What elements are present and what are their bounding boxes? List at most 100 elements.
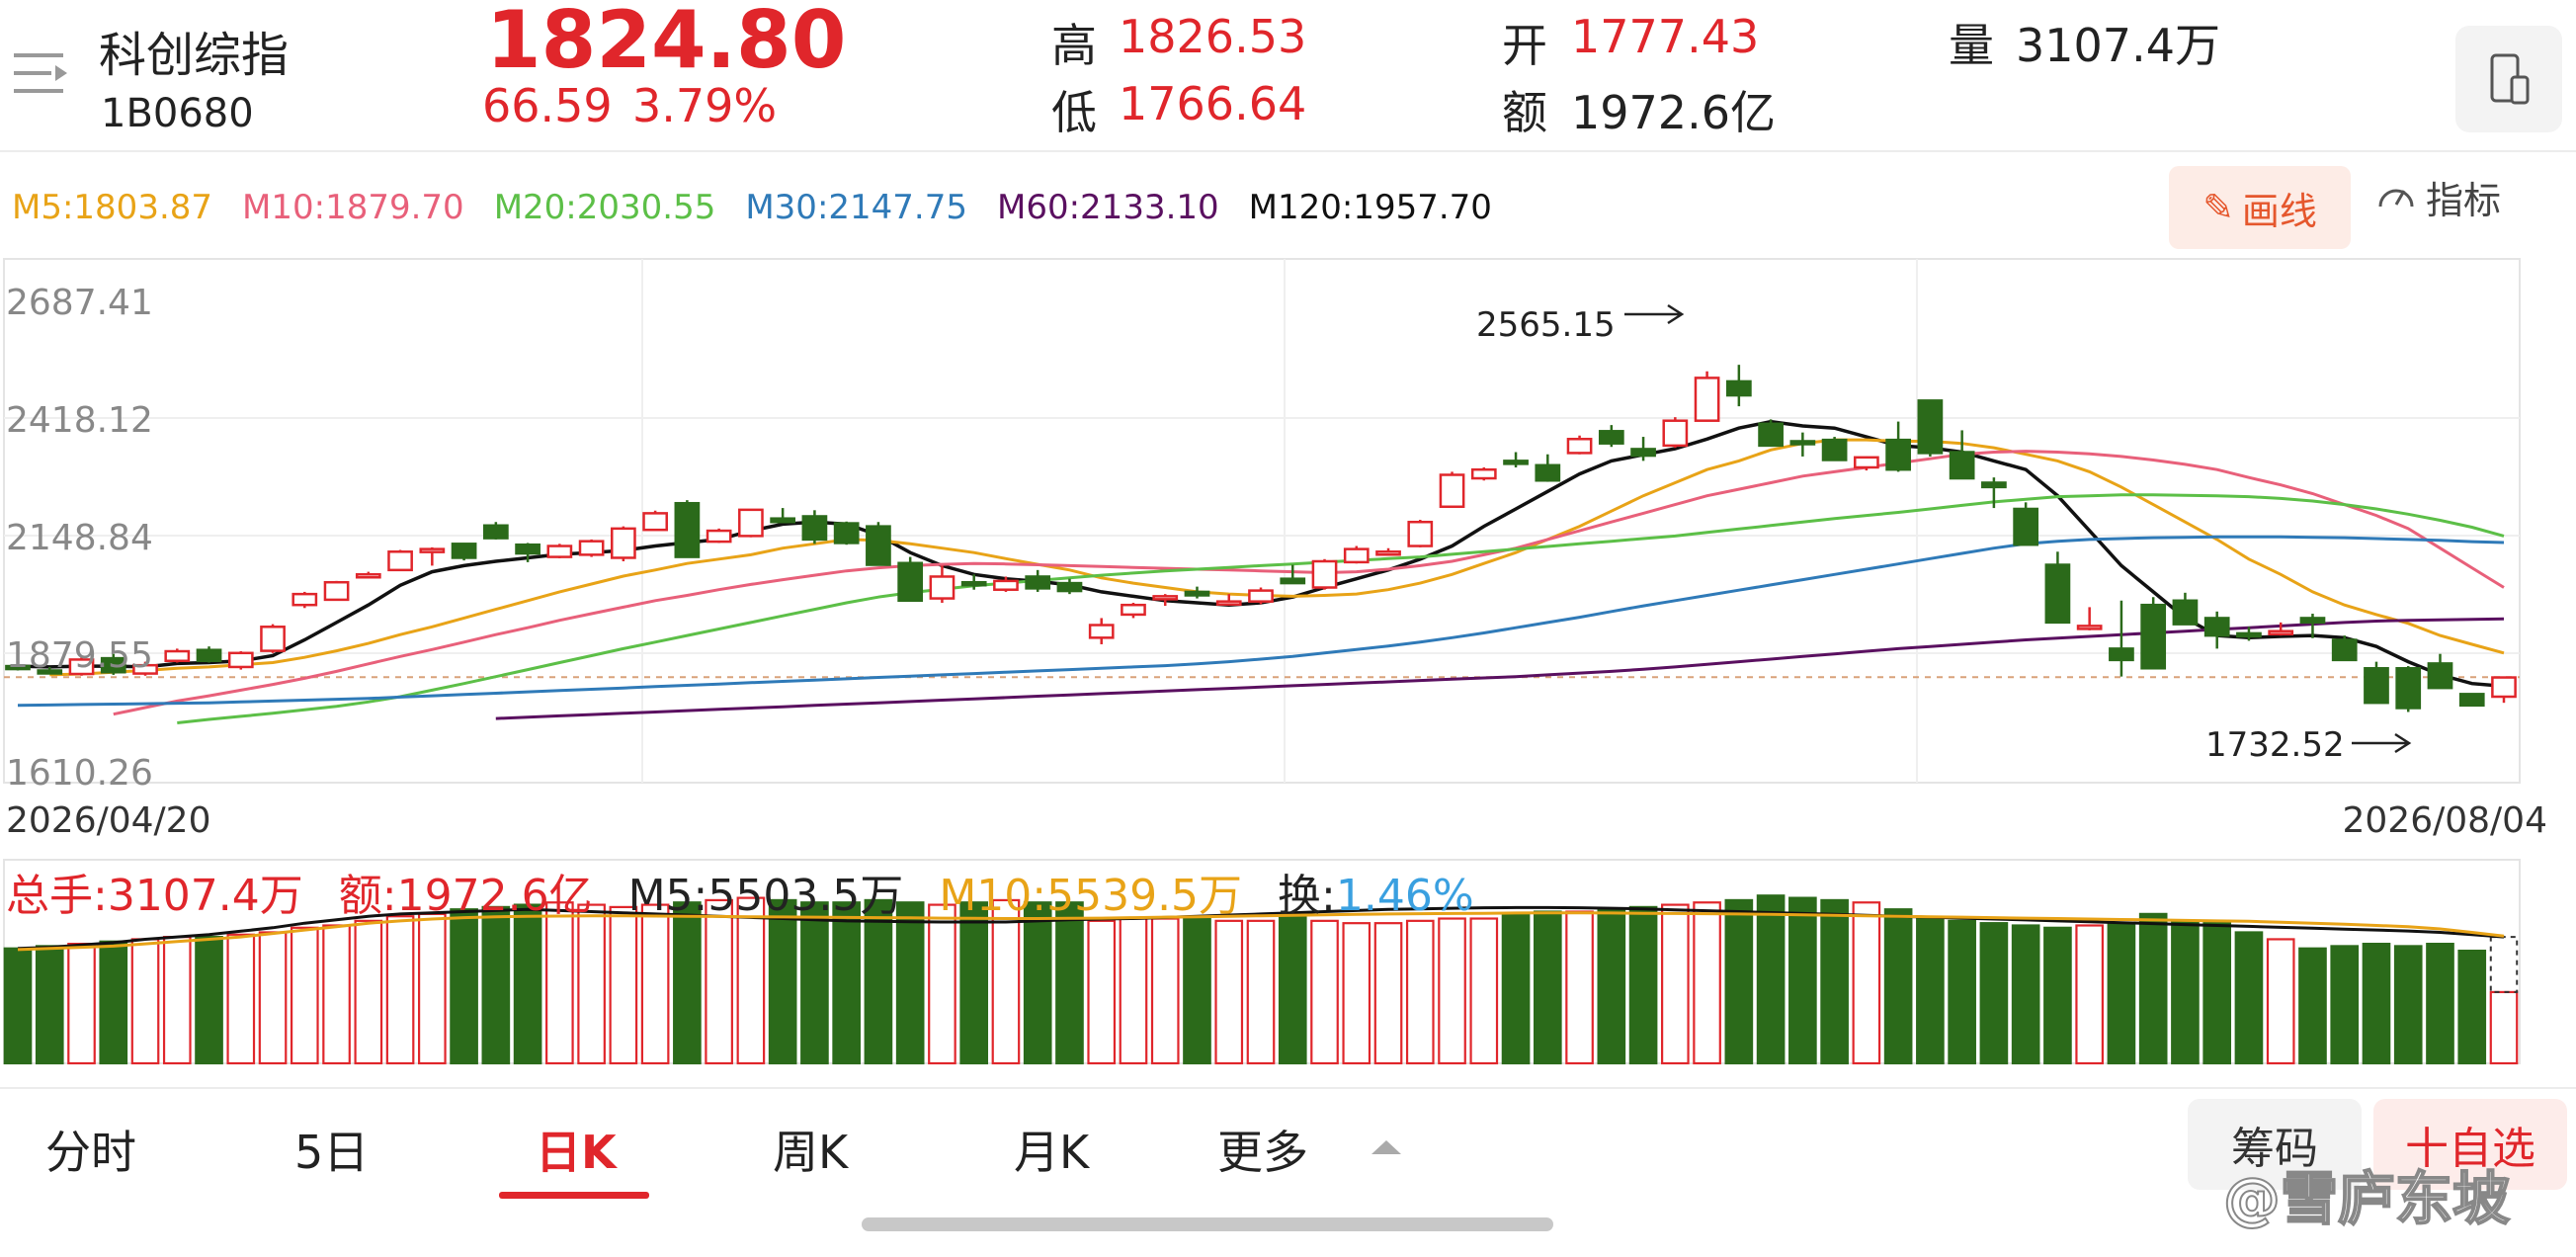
volume-bar[interactable]: [2011, 924, 2040, 1065]
volume-bar[interactable]: [1693, 901, 1721, 1065]
volume-bar[interactable]: [2138, 912, 2168, 1065]
volume-bar[interactable]: [1087, 919, 1117, 1065]
candle-body[interactable]: [611, 527, 636, 559]
candle-body[interactable]: [2013, 507, 2039, 546]
volume-bar[interactable]: [290, 926, 319, 1065]
volume-bar[interactable]: [1183, 917, 1211, 1065]
candle-body[interactable]: [196, 648, 222, 663]
candle-body[interactable]: [1566, 438, 1593, 455]
volume-bar[interactable]: [1756, 894, 1786, 1065]
candle-body[interactable]: [2268, 629, 2294, 635]
volume-bar[interactable]: [1533, 910, 1562, 1065]
candle-body[interactable]: [2203, 617, 2230, 637]
candle-body[interactable]: [1088, 624, 1115, 639]
candle-body[interactable]: [801, 515, 828, 542]
volume-bar[interactable]: [2362, 942, 2391, 1065]
volume-bar[interactable]: [1278, 915, 1307, 1065]
volume-bar[interactable]: [1342, 922, 1371, 1065]
candle-body[interactable]: [1981, 481, 2007, 489]
volume-bar[interactable]: [577, 903, 606, 1065]
volume-bar[interactable]: [2075, 924, 2104, 1065]
candle-body[interactable]: [515, 543, 540, 555]
volume-bar[interactable]: [1820, 898, 1849, 1065]
volume-bar[interactable]: [130, 938, 160, 1065]
volume-bar[interactable]: [1661, 903, 1690, 1065]
volume-bar[interactable]: [2330, 945, 2360, 1065]
candle-body[interactable]: [960, 580, 987, 587]
volume-bar[interactable]: [1979, 922, 2009, 1065]
volume-bar[interactable]: [2234, 931, 2264, 1065]
volume-bar[interactable]: [450, 908, 478, 1065]
candle-body[interactable]: [578, 540, 605, 556]
candle-body[interactable]: [738, 508, 764, 538]
candle-body[interactable]: [1821, 438, 1848, 461]
volume-bar[interactable]: [1405, 919, 1435, 1065]
candle-body[interactable]: [2427, 662, 2453, 690]
tab-5day[interactable]: 5日: [294, 1117, 369, 1182]
volume-bar[interactable]: [2202, 922, 2232, 1065]
candle-body[interactable]: [419, 547, 446, 553]
volume-bar[interactable]: [1916, 917, 1945, 1065]
candle-body[interactable]: [323, 580, 350, 602]
tab-weekly-k[interactable]: 周K: [773, 1117, 848, 1182]
candle-body[interactable]: [1535, 463, 1561, 482]
volume-bar[interactable]: [640, 903, 670, 1065]
candle-body[interactable]: [2299, 617, 2326, 625]
candle-body[interactable]: [2140, 603, 2167, 670]
volume-bar[interactable]: [1438, 917, 1466, 1065]
candle-body[interactable]: [1725, 379, 1752, 397]
volume-bar[interactable]: [1883, 908, 1913, 1065]
volume-bar[interactable]: [1788, 896, 1817, 1065]
candle-body[interactable]: [1758, 422, 1784, 448]
candle-body[interactable]: [1694, 377, 1720, 422]
candle-body[interactable]: [2109, 647, 2134, 662]
candle-body[interactable]: [164, 649, 191, 663]
volume-bar[interactable]: [864, 898, 893, 1065]
candle-body[interactable]: [833, 522, 860, 545]
volume-bar[interactable]: [481, 905, 511, 1065]
candle-body[interactable]: [1789, 440, 1816, 446]
volume-bar[interactable]: [1724, 898, 1754, 1065]
candle-body[interactable]: [2458, 693, 2485, 708]
candle-body[interactable]: [1407, 520, 1434, 547]
volume-bar[interactable]: [1501, 912, 1531, 1065]
candle-body[interactable]: [2076, 625, 2103, 630]
candle-body[interactable]: [929, 575, 956, 600]
candle-body[interactable]: [1056, 581, 1083, 593]
candle-body[interactable]: [1280, 577, 1306, 585]
volume-bar[interactable]: [609, 905, 638, 1065]
volume-bar[interactable]: [991, 898, 1021, 1065]
caret-up-icon[interactable]: [1370, 1136, 1403, 1160]
volume-bar[interactable]: [258, 931, 288, 1065]
candle-body[interactable]: [993, 579, 1019, 591]
candle-body[interactable]: [1662, 419, 1689, 448]
tab-daily-k[interactable]: 日K: [536, 1117, 617, 1182]
candle-body[interactable]: [1885, 438, 1911, 471]
candle-body[interactable]: [706, 529, 732, 544]
volume-bar[interactable]: [195, 936, 223, 1065]
candle-body[interactable]: [482, 524, 509, 540]
volume-bar[interactable]: [2426, 942, 2454, 1065]
candle-body[interactable]: [260, 626, 286, 652]
candle-body[interactable]: [1343, 547, 1370, 564]
candle-body[interactable]: [291, 592, 318, 607]
volume-bar[interactable]: [1023, 901, 1052, 1065]
volume-bar[interactable]: [1597, 908, 1626, 1065]
candle-body[interactable]: [227, 651, 254, 669]
volume-bar[interactable]: [1150, 917, 1180, 1065]
volume-bar[interactable]: [3, 947, 33, 1065]
volume-bar[interactable]: [2298, 947, 2327, 1065]
candle-body[interactable]: [2395, 667, 2422, 710]
volume-bar[interactable]: [1852, 901, 1881, 1065]
candle-body[interactable]: [1184, 590, 1210, 597]
volume-bar[interactable]: [2107, 922, 2136, 1065]
volume-bar[interactable]: [1373, 922, 1403, 1065]
volume-bar[interactable]: [418, 912, 447, 1065]
volume-bar[interactable]: [1214, 919, 1244, 1065]
volume-bar[interactable]: [1246, 919, 1276, 1065]
volume-bar[interactable]: [768, 898, 797, 1065]
candle-body[interactable]: [1854, 456, 1879, 469]
volume-bar[interactable]: [705, 898, 733, 1065]
candle-body[interactable]: [1598, 430, 1624, 445]
volume-bar[interactable]: [67, 942, 96, 1065]
